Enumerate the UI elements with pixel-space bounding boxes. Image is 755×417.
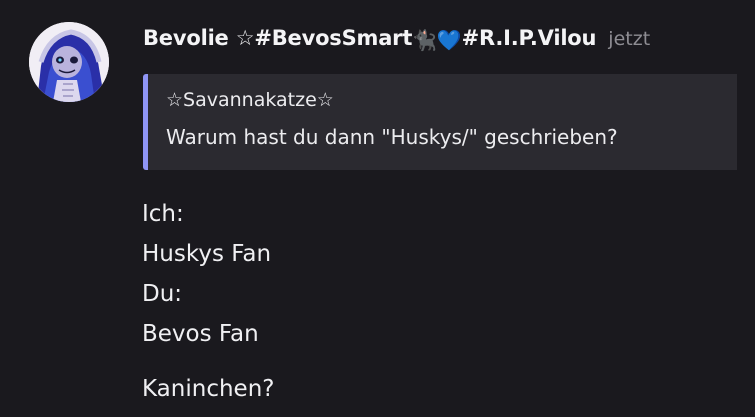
quote-text: Warum hast du dann "Huskys/" geschrieben…	[166, 125, 618, 149]
message-line-last: Kaninchen?	[142, 376, 275, 402]
message-line: Bevos Fan	[142, 321, 259, 347]
quote-author: ☆Savannakatze☆	[166, 89, 334, 111]
message-line: Ich:	[142, 201, 184, 227]
chat-message: Bevolie ☆#BevosSmart🐈‍⬛💙#R.I.P.Vilou jet…	[0, 0, 755, 417]
blue-heart-emoji-icon: 💙	[436, 28, 462, 52]
message-line: Huskys Fan	[142, 241, 272, 267]
avatar[interactable]	[29, 22, 109, 102]
avatar-image	[29, 22, 109, 102]
username[interactable]: Bevolie ☆#BevosSmart🐈‍⬛💙#R.I.P.Vilou	[143, 26, 596, 52]
message-line: Du:	[142, 281, 183, 307]
reply-quote[interactable]: ☆Savannakatze☆ Warum hast du dann "Husky…	[143, 74, 737, 170]
black-cat-emoji-icon: 🐈‍⬛	[412, 28, 437, 52]
quote-accent-bar	[143, 74, 148, 170]
username-suffix: #R.I.P.Vilou	[461, 26, 597, 50]
timestamp: jetzt	[608, 28, 651, 50]
username-prefix: Bevolie ☆#BevosSmart	[143, 26, 413, 50]
message-body: Ich: Huskys Fan Du: Bevos Fan Kaninchen?	[142, 194, 274, 409]
message-header: Bevolie ☆#BevosSmart🐈‍⬛💙#R.I.P.Vilou jet…	[143, 26, 650, 56]
